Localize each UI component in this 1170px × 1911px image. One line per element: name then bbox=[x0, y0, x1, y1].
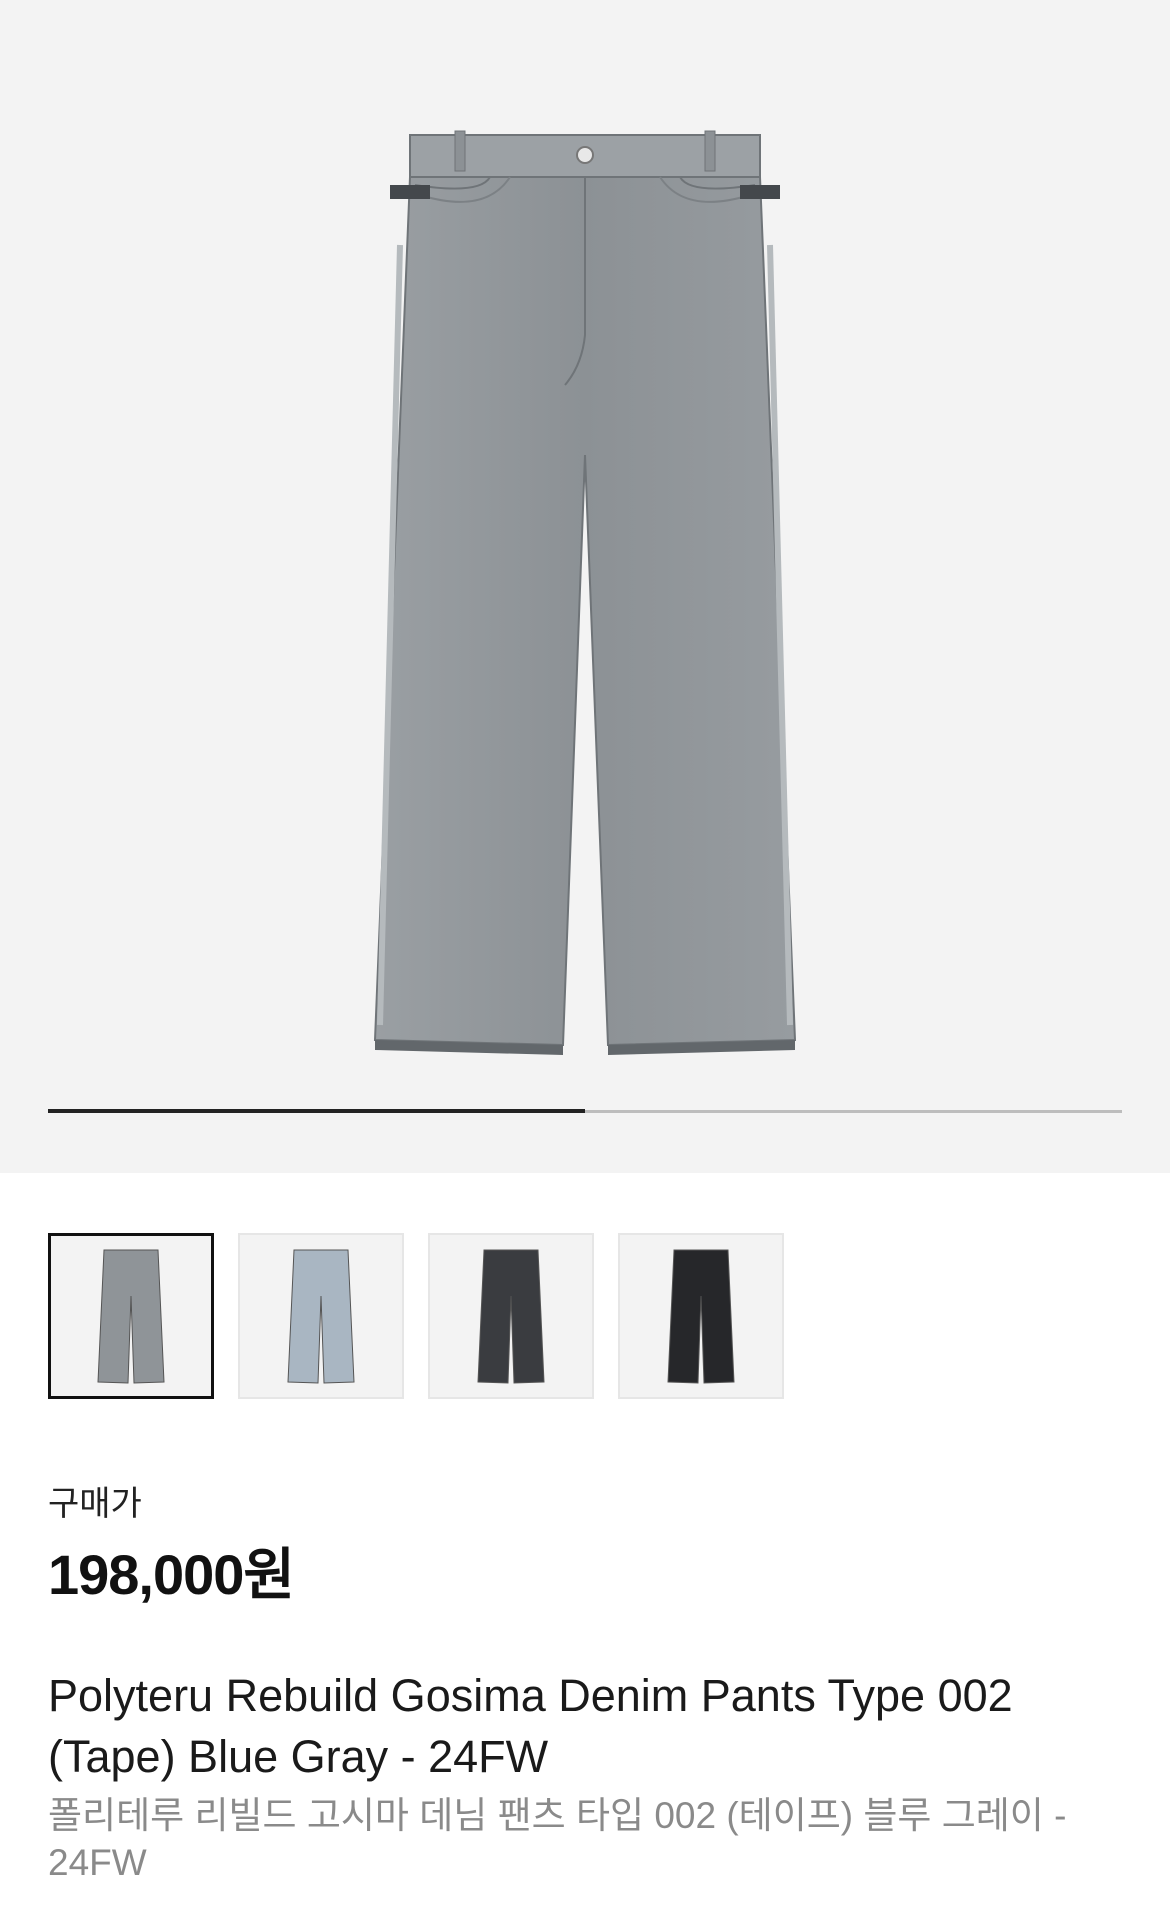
thumbnail-charcoal[interactable] bbox=[428, 1233, 594, 1399]
product-image-gallery[interactable] bbox=[0, 0, 1170, 1173]
thumbnail-black[interactable] bbox=[618, 1233, 784, 1399]
thumbnail-blue-gray[interactable] bbox=[48, 1233, 214, 1399]
product-name-korean: 폴리테루 리빌드 고시마 데님 팬츠 타입 002 (테이프) 블루 그레이 -… bbox=[48, 1795, 1067, 1883]
product-name-english: Polyteru Rebuild Gosima Denim Pants Type… bbox=[48, 1670, 1013, 1782]
pants-thumbnail-icon bbox=[477, 1249, 545, 1384]
pants-thumbnail-icon bbox=[97, 1249, 165, 1384]
thumbnail-light-blue[interactable] bbox=[238, 1233, 404, 1399]
denim-pants-icon bbox=[373, 130, 797, 1055]
gallery-progress-indicator bbox=[48, 1109, 585, 1113]
price-label: 구매가 bbox=[48, 1485, 142, 1523]
thumbnail-list bbox=[48, 1233, 784, 1399]
pants-thumbnail-icon bbox=[667, 1249, 735, 1384]
gallery-progress-track bbox=[48, 1109, 1122, 1113]
price-value: 198,000원 bbox=[48, 1543, 295, 1606]
pants-thumbnail-icon bbox=[287, 1249, 355, 1384]
